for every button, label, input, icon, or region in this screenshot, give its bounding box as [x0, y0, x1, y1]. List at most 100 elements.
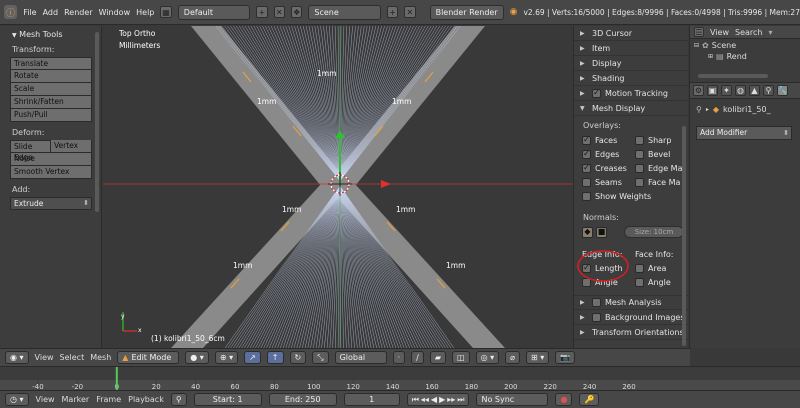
face-area-checkbox[interactable]: [635, 263, 644, 273]
bevel-overlay-option[interactable]: Bevel: [635, 149, 688, 159]
face-normals-icon[interactable]: ■: [596, 226, 607, 238]
proportional-editing-icon[interactable]: ◎ ▾: [475, 351, 500, 364]
outliner-item-render[interactable]: ⊞ ▤ Rend: [690, 52, 800, 61]
timeline-frame-menu[interactable]: Frame: [96, 395, 121, 404]
editor-type-icon[interactable]: ⓘ: [4, 5, 18, 19]
push-pull-button[interactable]: Push/Pull: [10, 109, 92, 122]
vertex-select-icon[interactable]: ·: [392, 351, 406, 364]
x-manipulator-arrow[interactable]: [381, 180, 391, 188]
shrink-fatten-button[interactable]: Shrink/Fatten: [10, 96, 92, 109]
extrude-select[interactable]: Extrude: [10, 197, 92, 210]
face-marks-overlay-option[interactable]: Face Ma: [635, 177, 688, 187]
world-tab-icon[interactable]: ◍: [735, 85, 746, 96]
seams-overlay-option[interactable]: Seams: [582, 177, 635, 187]
modifiers-tab-icon[interactable]: 🔧: [777, 85, 788, 96]
face-select-icon[interactable]: ▰: [429, 351, 447, 364]
bevel-checkbox[interactable]: [635, 149, 644, 159]
outliner-editor-icon[interactable]: ☰: [694, 27, 704, 37]
scale-button[interactable]: Scale: [10, 83, 92, 96]
manipulator-toggle-icon[interactable]: ↗: [244, 351, 261, 364]
motion-tracking-checkbox[interactable]: ✓: [592, 88, 601, 98]
vertex-normals-icon[interactable]: ◆: [582, 226, 593, 238]
translate-manipulator-icon[interactable]: ↑: [266, 351, 284, 364]
menu-file[interactable]: File: [23, 8, 36, 17]
panel-shading[interactable]: ▶ Shading: [574, 71, 688, 86]
preview-range-icon[interactable]: ⚲: [170, 393, 187, 406]
view-menu[interactable]: View: [35, 353, 54, 362]
timeline-editor-icon[interactable]: ◷ ▾: [5, 393, 29, 406]
render-tab-icon[interactable]: ▣: [707, 85, 718, 96]
screen-layout-select[interactable]: Default: [177, 4, 251, 20]
panel-mesh-display[interactable]: ▼ Mesh Display: [574, 101, 688, 116]
translate-button[interactable]: Translate: [10, 57, 92, 70]
show-weights-option[interactable]: Show Weights: [582, 191, 682, 201]
scene-tab-icon[interactable]: ✦: [721, 85, 732, 96]
start-frame-field[interactable]: Start: 1: [193, 393, 262, 406]
timeline-view-menu[interactable]: View: [36, 395, 55, 404]
prev-keyframe-icon[interactable]: ◂◂: [421, 395, 429, 404]
faces-overlay-option[interactable]: ✓ Faces: [582, 135, 635, 145]
pivot-point-select[interactable]: ⊕ ▾: [214, 351, 239, 364]
outliner-filter-icon[interactable]: ▾: [768, 28, 772, 37]
3d-viewport[interactable]: Top Ortho Millimeters 1mm 1mm 1mm 1mm 1m…: [103, 26, 573, 348]
playback-controls[interactable]: ⏮ ◂◂ ◀ ▶ ▸▸ ⏭: [406, 393, 470, 406]
scale-manipulator-icon[interactable]: ⤡: [312, 351, 329, 364]
play-icon[interactable]: ▶: [439, 395, 445, 404]
sync-mode-select[interactable]: No Sync: [476, 393, 549, 406]
pin-icon[interactable]: ⚲: [696, 105, 702, 114]
background-images-checkbox[interactable]: [592, 312, 601, 322]
transform-orientation-select[interactable]: Global: [334, 351, 387, 364]
panel-item[interactable]: ▶ Item: [574, 41, 688, 56]
timeline-ruler[interactable]: -40-200204060801001201401601802002202402…: [0, 367, 800, 391]
seams-checkbox[interactable]: [582, 177, 591, 187]
outliner-item-scene[interactable]: ⊟ ✿ Scene: [690, 39, 800, 52]
edges-checkbox[interactable]: ✓: [582, 149, 591, 159]
keying-set-icon[interactable]: 🔑: [579, 393, 600, 406]
show-weights-checkbox[interactable]: [582, 191, 591, 201]
screen-layout-icon[interactable]: ▦: [160, 6, 172, 18]
slide-vertex-button[interactable]: Vertex: [51, 140, 92, 153]
mesh-tools-title[interactable]: ▼ Mesh Tools: [12, 30, 97, 39]
remove-layout-icon[interactable]: ✕: [273, 6, 285, 18]
mesh-canvas[interactable]: [103, 26, 573, 348]
edge-marks-overlay-option[interactable]: Edge Ma: [635, 163, 688, 173]
limit-selection-icon[interactable]: ◫: [452, 351, 470, 364]
current-frame-marker[interactable]: [115, 367, 118, 391]
timeline[interactable]: -40-200204060801001201401601802002202402…: [0, 366, 800, 391]
menu-help[interactable]: Help: [136, 8, 154, 17]
menu-render[interactable]: Render: [64, 8, 92, 17]
scene-select[interactable]: Scene: [308, 4, 381, 20]
npanel-scrollbar[interactable]: [682, 126, 686, 346]
add-scene-icon[interactable]: +: [386, 6, 399, 18]
3d-view-editor-icon[interactable]: ◉ ▾: [5, 351, 29, 364]
edge-marks-checkbox[interactable]: [635, 163, 644, 173]
panel-background-images[interactable]: ▶ Background Images: [574, 310, 688, 325]
faces-checkbox[interactable]: ✓: [582, 135, 591, 145]
constraints-tab-icon[interactable]: ⚲: [763, 85, 774, 96]
viewport-shading-select[interactable]: ● ▾: [185, 351, 209, 364]
face-angle-option[interactable]: Angle: [635, 277, 688, 287]
render-preview-icon[interactable]: 📷: [555, 351, 576, 364]
remove-scene-icon[interactable]: ✕: [404, 6, 416, 18]
face-area-option[interactable]: Area: [635, 263, 688, 273]
smooth-vertex-button[interactable]: Smooth Vertex: [10, 166, 92, 179]
sharp-checkbox[interactable]: [635, 135, 644, 145]
scene-icon[interactable]: ❖: [290, 6, 303, 18]
panel-mesh-analysis[interactable]: ▶ Mesh Analysis: [574, 295, 688, 310]
face-marks-checkbox[interactable]: [635, 177, 644, 187]
object-tab-icon[interactable]: ▲: [749, 85, 760, 96]
auto-keying-icon[interactable]: ●: [555, 393, 573, 406]
normals-size-field[interactable]: Size: 10cm: [624, 226, 684, 238]
edges-overlay-option[interactable]: ✓ Edges: [582, 149, 635, 159]
noise-button[interactable]: Noise: [10, 153, 92, 166]
timeline-playback-menu[interactable]: Playback: [128, 395, 164, 404]
panel-display[interactable]: ▶ Display: [574, 56, 688, 71]
snap-toggle-icon[interactable]: ⌀: [505, 351, 520, 364]
panel-3d-cursor[interactable]: ▶ 3D Cursor: [574, 26, 688, 41]
snap-element-icon[interactable]: ⊞ ▾: [525, 351, 550, 364]
outliner-scrollbar[interactable]: [698, 74, 768, 78]
face-angle-checkbox[interactable]: [635, 277, 644, 287]
outliner-view-menu[interactable]: View: [710, 28, 729, 37]
creases-overlay-option[interactable]: ✓ Creases: [582, 163, 635, 173]
menu-add[interactable]: Add: [43, 8, 59, 17]
